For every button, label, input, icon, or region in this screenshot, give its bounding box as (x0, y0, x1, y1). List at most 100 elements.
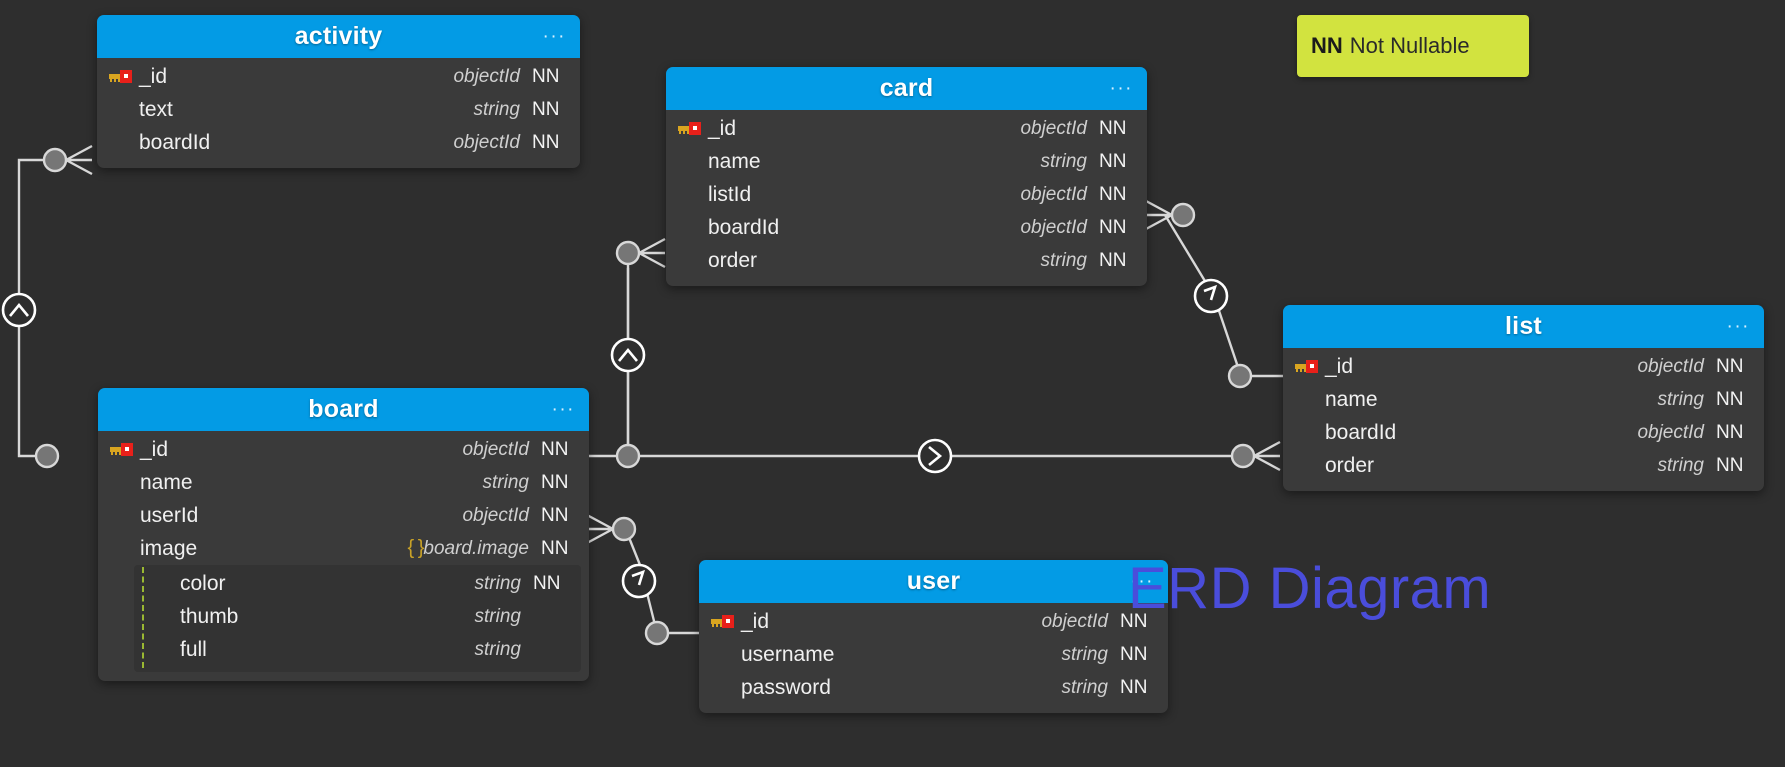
not-null-badge: NN (1716, 355, 1744, 377)
field-name: listId (708, 182, 752, 206)
table-row[interactable]: thumb string (134, 600, 581, 633)
not-null-badge: NN (1716, 388, 1744, 410)
table-row[interactable]: text string NN (97, 93, 580, 126)
not-null-badge: NN (1099, 150, 1127, 172)
field-name: _id (140, 437, 169, 461)
field-name: userId (140, 503, 199, 527)
field-type: string (1061, 676, 1108, 698)
not-null-badge: NN (1120, 676, 1148, 698)
primary-key-icon (678, 122, 708, 135)
entity-table-list[interactable]: list ··· _id objectId NN name string NN … (1283, 305, 1764, 491)
field-name: _id (1325, 354, 1354, 378)
field-name: name (140, 470, 193, 494)
field-name: password (741, 675, 831, 699)
field-name: color (180, 571, 226, 595)
table-title-board: board (308, 395, 379, 423)
nested-object-group-board-image: color string NN thumb string full string (134, 565, 581, 672)
table-row[interactable]: _id objectId NN (666, 112, 1147, 145)
table-header-card[interactable]: card ··· (666, 67, 1147, 110)
primary-key-icon (1295, 360, 1325, 373)
entity-table-user[interactable]: user ··· _id objectId NN username string… (699, 560, 1168, 713)
table-fields-activity: _id objectId NN text string NN boardId o… (97, 58, 580, 159)
field-name: boardId (1325, 420, 1397, 444)
table-row[interactable]: listId objectId NN (666, 178, 1147, 211)
primary-key-icon (109, 70, 139, 83)
table-row[interactable]: name string NN (1283, 383, 1764, 416)
field-type: objectId (1020, 216, 1087, 238)
table-row[interactable]: boardId objectId NN (97, 126, 580, 159)
entity-table-activity[interactable]: activity ··· _id objectId NN text string… (97, 15, 580, 168)
field-name: name (708, 149, 761, 173)
field-type: objectId (1637, 355, 1704, 377)
table-fields-list: _id objectId NN name string NN boardId o… (1283, 348, 1764, 482)
table-menu-icon-card[interactable]: ··· (1110, 79, 1133, 98)
table-menu-icon-board[interactable]: ··· (552, 400, 575, 419)
field-name: username (741, 642, 835, 666)
table-row[interactable]: full string (134, 633, 581, 666)
table-header-user[interactable]: user ··· (699, 560, 1168, 603)
field-type: objectId (462, 438, 529, 460)
table-menu-icon-list[interactable]: ··· (1727, 317, 1750, 336)
not-null-badge: NN (541, 537, 569, 559)
table-row[interactable]: order string NN (666, 244, 1147, 277)
field-type: objectId (1020, 183, 1087, 205)
field-name: boardId (708, 215, 780, 239)
field-name: image (140, 536, 198, 560)
not-null-badge: NN (541, 504, 569, 526)
not-null-badge: NN (1099, 249, 1127, 271)
not-null-badge: NN (1099, 216, 1127, 238)
not-null-badge: NN (1099, 183, 1127, 205)
field-type: objectId (453, 65, 520, 87)
object-braces-icon: { } (407, 537, 424, 559)
legend-abbreviation: NN (1311, 33, 1343, 58)
table-row[interactable]: order string NN (1283, 449, 1764, 482)
primary-key-icon (711, 615, 741, 628)
not-null-badge: NN (1120, 643, 1148, 665)
field-type: board.image (423, 537, 529, 559)
table-fields-card: _id objectId NN name string NN listId ob… (666, 110, 1147, 277)
field-name: order (1325, 453, 1375, 477)
table-row[interactable]: _id objectId NN (699, 605, 1168, 638)
not-null-badge: NN (532, 65, 560, 87)
field-type: string (1040, 150, 1087, 172)
table-row[interactable]: boardId objectId NN (666, 211, 1147, 244)
field-name: _id (741, 609, 770, 633)
table-row[interactable]: _id objectId NN (98, 433, 589, 466)
table-row[interactable]: image { } board.image NN (98, 532, 589, 565)
table-title-card: card (879, 74, 934, 102)
not-null-badge: NN (1716, 454, 1744, 476)
field-name: boardId (139, 130, 211, 154)
table-row[interactable]: userId objectId NN (98, 499, 589, 532)
table-title-user: user (906, 567, 961, 595)
table-row[interactable]: boardId objectId NN (1283, 416, 1764, 449)
field-type: string (473, 98, 520, 120)
entity-table-board[interactable]: board ··· _id objectId NN name string NN… (98, 388, 589, 681)
field-type: string (474, 605, 521, 627)
table-fields-user: _id objectId NN username string NN passw… (699, 603, 1168, 704)
table-row[interactable]: _id objectId NN (1283, 350, 1764, 383)
table-fields-board: _id objectId NN name string NN userId ob… (98, 431, 589, 672)
table-header-activity[interactable]: activity ··· (97, 15, 580, 58)
field-name: text (139, 97, 173, 121)
field-type: string (1061, 643, 1108, 665)
field-name: _id (139, 64, 168, 88)
not-null-badge: NN (1716, 421, 1744, 443)
legend-not-nullable: NN Not Nullable (1297, 15, 1529, 77)
table-row[interactable]: name string NN (98, 466, 589, 499)
table-row[interactable]: color string NN (134, 567, 581, 600)
field-type: string (1657, 388, 1704, 410)
table-row[interactable]: name string NN (666, 145, 1147, 178)
field-type: objectId (453, 131, 520, 153)
table-row[interactable]: username string NN (699, 638, 1168, 671)
not-null-badge: NN (541, 438, 569, 460)
table-row[interactable]: password string NN (699, 671, 1168, 704)
entity-table-card[interactable]: card ··· _id objectId NN name string NN … (666, 67, 1147, 286)
table-header-list[interactable]: list ··· (1283, 305, 1764, 348)
table-row[interactable]: _id objectId NN (97, 60, 580, 93)
edge-board-list (639, 438, 1281, 474)
table-menu-icon-activity[interactable]: ··· (543, 27, 566, 46)
erd-canvas[interactable]: .ln { stroke:#d8d8d8; stroke-width:2.4; … (0, 0, 1785, 767)
table-title-list: list (1505, 312, 1542, 340)
table-header-board[interactable]: board ··· (98, 388, 589, 431)
field-type: string (1040, 249, 1087, 271)
